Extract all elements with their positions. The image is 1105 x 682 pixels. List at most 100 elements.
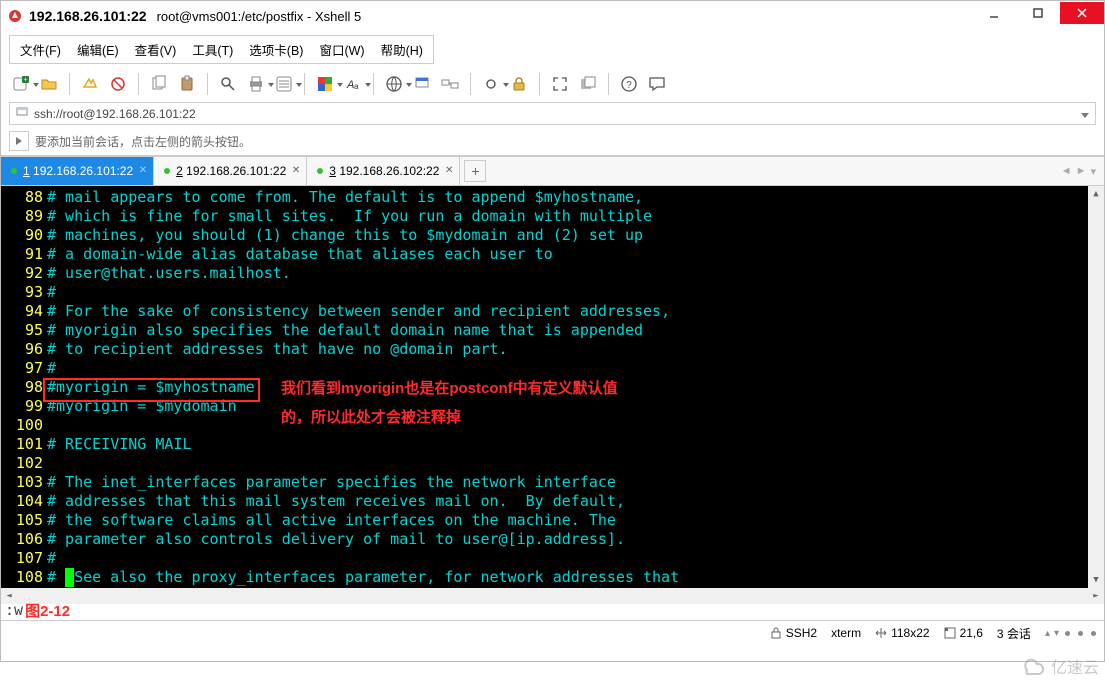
indicator-up-icon[interactable]: ▴ (1045, 628, 1050, 639)
menu-window[interactable]: 窗口(W) (311, 38, 372, 61)
add-session-arrow-button[interactable] (9, 131, 29, 151)
terminal-line: 95# myorigin also specifies the default … (1, 321, 1104, 340)
address-text: ssh://root@192.168.26.101:22 (34, 107, 1073, 121)
menu-help[interactable]: 帮助(H) (373, 38, 431, 61)
line-text: # parameter also controls delivery of ma… (47, 530, 625, 549)
tab-accel: 2 (176, 164, 183, 178)
address-dropdown-icon[interactable] (1073, 107, 1089, 121)
close-button[interactable] (1060, 2, 1104, 24)
line-number: 91 (1, 245, 47, 264)
terminal-line: 104# addresses that this mail system rec… (1, 492, 1104, 511)
line-text: # machines, you should (1) change this t… (47, 226, 643, 245)
scroll-right-icon[interactable]: ► (1088, 588, 1104, 604)
tab-close-icon[interactable]: ✕ (445, 165, 453, 176)
feedback-icon[interactable] (645, 72, 669, 96)
status-bar: SSH2 xterm 118x22 21,6 3 会话 ▴ ▾ (1, 620, 1104, 645)
paste-icon[interactable] (175, 72, 199, 96)
line-text: # (47, 549, 56, 568)
tab-prev-icon[interactable]: ◄ (1061, 165, 1072, 177)
title-bar: 192.168.26.101:22 root@vms001:/etc/postf… (1, 1, 1104, 31)
tab-close-icon[interactable]: ✕ (292, 165, 300, 176)
size-icon (875, 627, 887, 639)
address-bar[interactable]: ssh://root@192.168.26.101:22 (9, 102, 1096, 125)
tab-list-icon[interactable]: ▾ (1090, 165, 1096, 178)
terminal-line: 108# See also the proxy_interfaces param… (1, 568, 1104, 587)
new-session-icon[interactable]: + (9, 72, 33, 96)
window-controls (972, 2, 1104, 24)
terminal-line: 88# mail appears to come from. The defau… (1, 188, 1104, 207)
terminal[interactable]: 88# mail appears to come from. The defau… (1, 186, 1104, 588)
menu-file[interactable]: 文件(F) (12, 38, 69, 61)
line-text: # (47, 283, 56, 302)
font-icon[interactable]: Aa (341, 72, 365, 96)
menu-tabs[interactable]: 选项卡(B) (241, 38, 311, 61)
svg-text:?: ? (626, 80, 632, 91)
status-sessions: 3 会话 (997, 625, 1031, 642)
encoding-icon[interactable] (382, 72, 406, 96)
menu-tools[interactable]: 工具(T) (184, 38, 241, 61)
disconnect-icon[interactable] (106, 72, 130, 96)
vertical-scrollbar[interactable]: ▲ ▼ (1088, 186, 1104, 588)
title-host: 192.168.26.101:22 (29, 8, 147, 24)
cursor-icon (944, 627, 956, 639)
fullscreen-icon[interactable] (548, 72, 572, 96)
properties-icon[interactable] (272, 72, 296, 96)
tab-nav: ◄ ► ▾ (1061, 157, 1104, 185)
hint-text: 要添加当前会话，点击左侧的箭头按钮。 (35, 133, 251, 150)
lock-icon[interactable] (507, 72, 531, 96)
scroll-down-icon[interactable]: ▼ (1088, 572, 1104, 588)
terminal-line: 101# RECEIVING MAIL (1, 435, 1104, 454)
status-connection: SSH2 (770, 626, 817, 640)
line-text: # (47, 359, 56, 378)
cursor (65, 568, 74, 587)
hint-bar: 要添加当前会话，点击左侧的箭头按钮。 (1, 127, 1104, 156)
tab-next-icon[interactable]: ► (1076, 165, 1087, 177)
line-text: #myorigin = $mydomain (47, 397, 237, 416)
indicator-down-icon[interactable]: ▾ (1054, 628, 1059, 639)
scroll-up-icon[interactable]: ▲ (1088, 186, 1104, 202)
terminal-line: 105# the software claims all active inte… (1, 511, 1104, 530)
status-size: 118x22 (875, 626, 929, 640)
line-text: # the software claims all active interfa… (47, 511, 616, 530)
terminal-line: 106# parameter also controls delivery of… (1, 530, 1104, 549)
tab-label: 192.168.26.101:22 (186, 164, 286, 178)
figure-label: 图2-12 (25, 600, 70, 621)
line-number: 104 (1, 492, 47, 511)
status-dot-icon (164, 168, 170, 174)
help-icon[interactable]: ? (617, 72, 641, 96)
line-number: 93 (1, 283, 47, 302)
session-tab-3[interactable]: 3 192.168.26.102:22 ✕ (307, 157, 460, 185)
tab-add-button[interactable]: + (464, 160, 486, 182)
terminal-line: 102 (1, 454, 1104, 473)
status-dot-icon (11, 168, 17, 174)
copy-icon[interactable] (147, 72, 171, 96)
session-tab-1[interactable]: 1 192.168.26.101:22 ✕ (1, 157, 154, 185)
link-icon[interactable] (479, 72, 503, 96)
line-text: # a domain-wide alias database that alia… (47, 245, 553, 264)
menu-bar: 文件(F) 编辑(E) 查看(V) 工具(T) 选项卡(B) 窗口(W) 帮助(… (1, 31, 1104, 68)
horizontal-scrollbar[interactable]: ◄ ► (1, 588, 1104, 604)
color-scheme-icon[interactable] (313, 72, 337, 96)
line-number: 108 (1, 568, 47, 587)
line-number: 94 (1, 302, 47, 321)
xagent-icon[interactable] (410, 72, 434, 96)
status-cursor: 21,6 (944, 626, 983, 640)
print-icon[interactable] (244, 72, 268, 96)
line-number: 105 (1, 511, 47, 530)
line-text: # addresses that this mail system receiv… (47, 492, 625, 511)
scroll-indicator (1091, 631, 1096, 636)
minimize-button[interactable] (972, 2, 1016, 24)
transparency-icon[interactable] (576, 72, 600, 96)
terminal-line: 103# The inet_interfaces parameter speci… (1, 473, 1104, 492)
reconnect-icon[interactable] (78, 72, 102, 96)
tunneling-icon[interactable] (438, 72, 462, 96)
find-icon[interactable] (216, 72, 240, 96)
open-session-icon[interactable] (37, 72, 61, 96)
maximize-button[interactable] (1016, 2, 1060, 24)
tab-close-icon[interactable]: ✕ (139, 165, 147, 176)
line-number: 103 (1, 473, 47, 492)
menu-view[interactable]: 查看(V) (127, 38, 185, 61)
session-tab-2[interactable]: 2 192.168.26.101:22 ✕ (154, 157, 307, 185)
menu-edit[interactable]: 编辑(E) (69, 38, 127, 61)
line-number: 90 (1, 226, 47, 245)
